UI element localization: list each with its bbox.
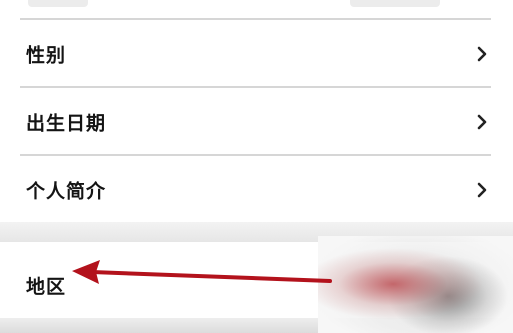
annotation-arrow bbox=[72, 260, 332, 284]
